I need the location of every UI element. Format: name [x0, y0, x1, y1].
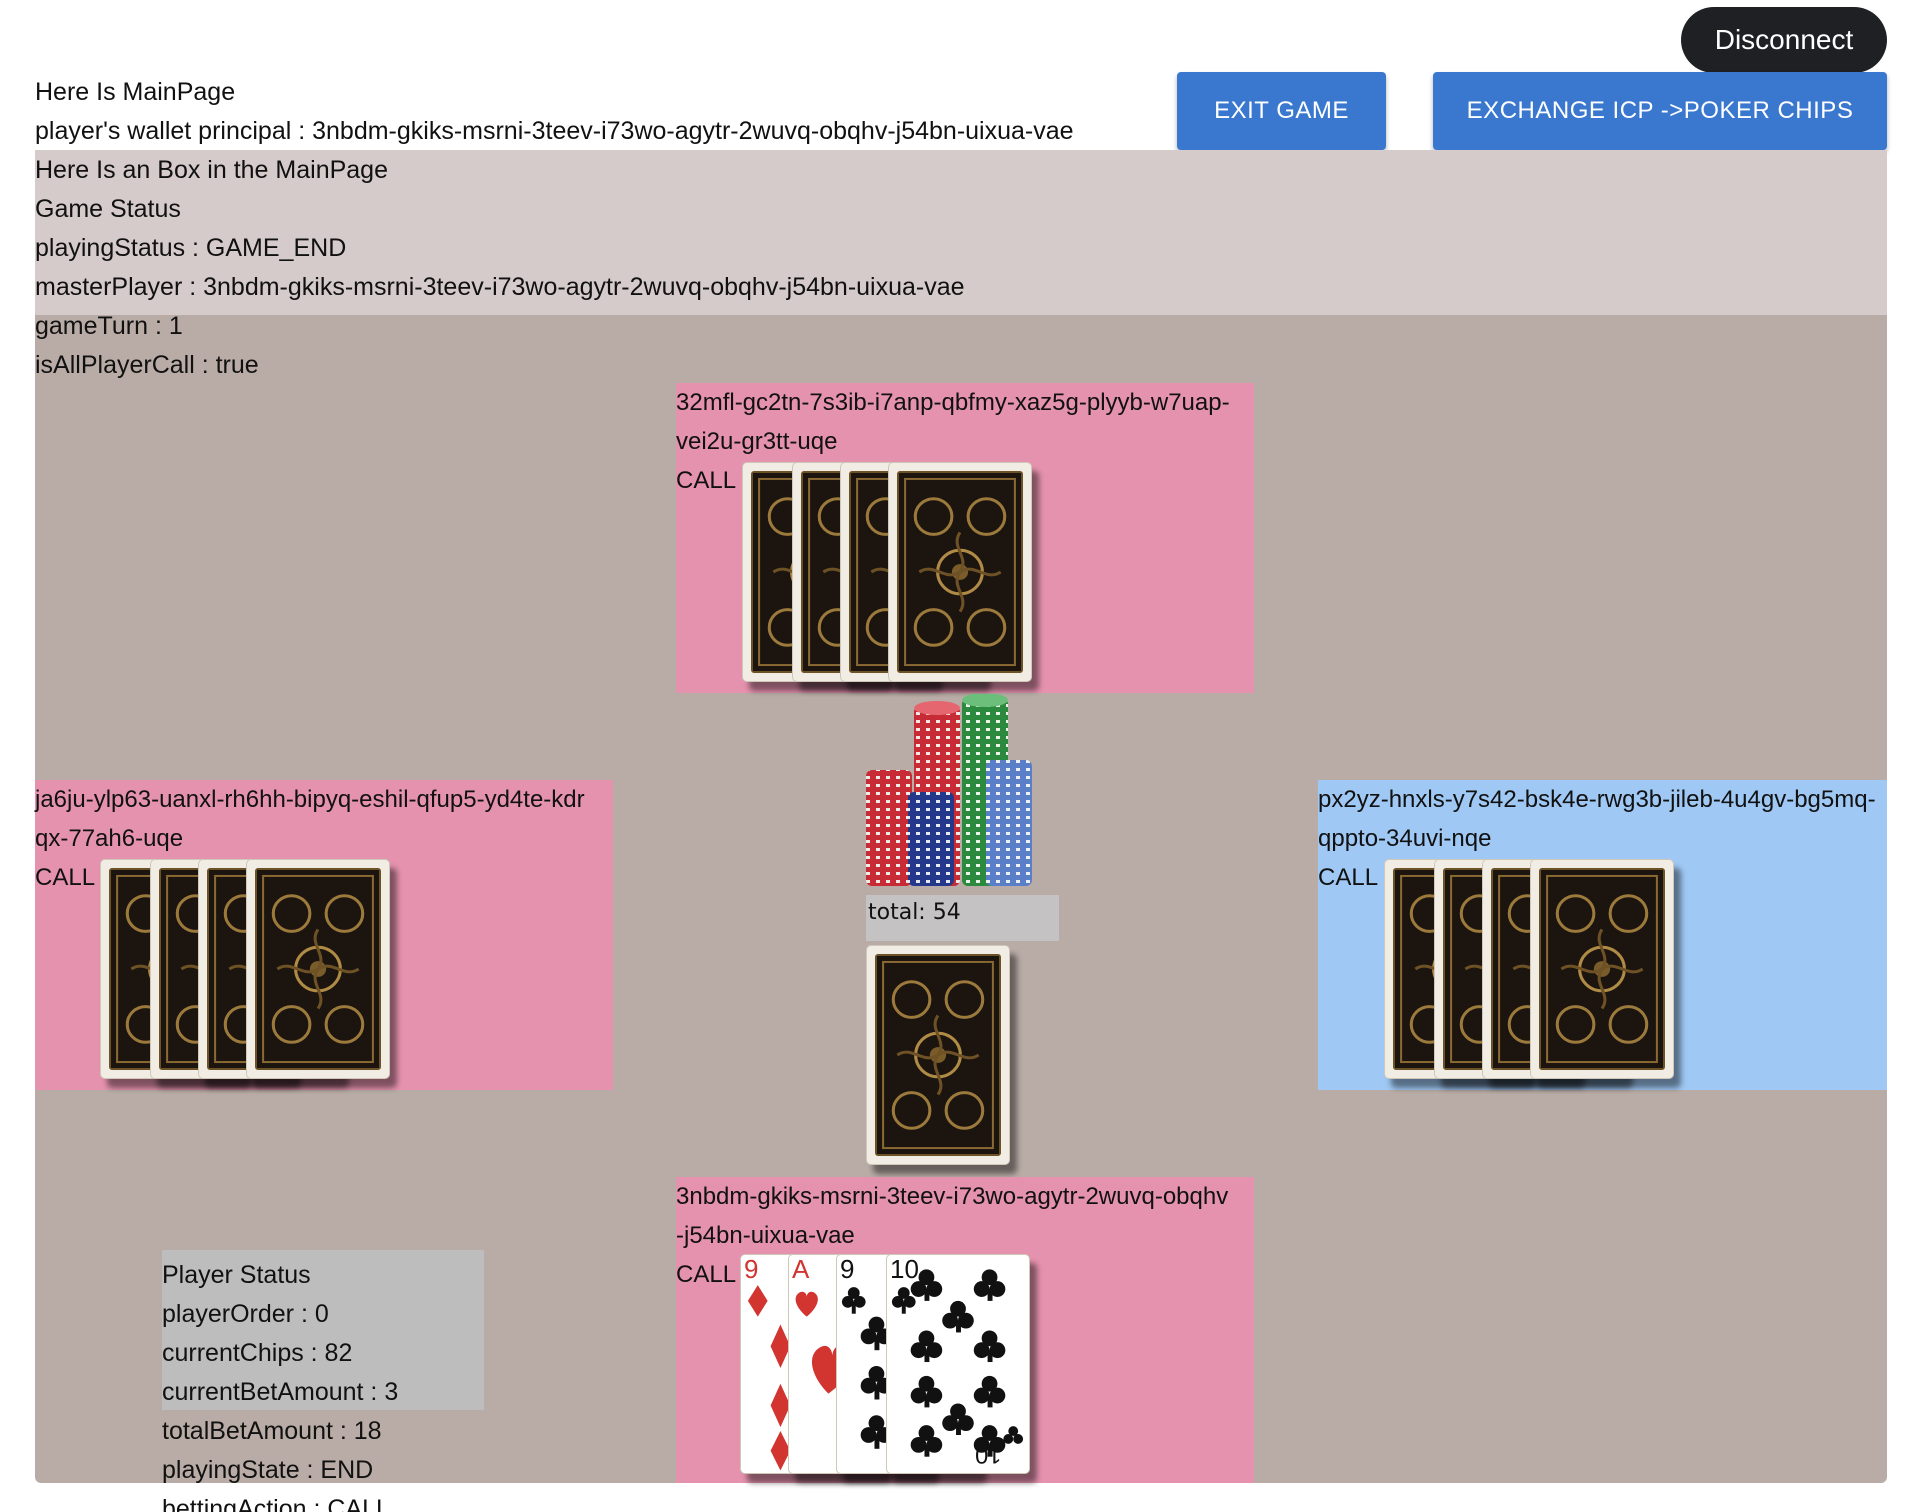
poker-chips-icon: [866, 694, 1032, 886]
card-back: [246, 859, 390, 1079]
club-icon: 10: [891, 1269, 1024, 1467]
pot-total: total: 54: [866, 895, 1059, 941]
card-back: [866, 945, 1010, 1165]
card-back: [888, 462, 1032, 682]
svg-text:10: 10: [975, 1441, 1001, 1467]
playing-state: playingState : END: [162, 1456, 374, 1484]
player-name: px2yz-hnxls-y7s42-bsk4e-rwg3b-jileb-4u4g…: [1318, 786, 1876, 852]
player-name: ja6ju-ylp63-uanxl-rh6hh-bipyq-eshil-qfup…: [35, 786, 585, 852]
player-name: 3nbdm-gkiks-msrni-3teev-i73wo-agytr-2wuv…: [676, 1183, 1229, 1249]
player-name: 32mfl-gc2tn-7s3ib-i7anp-qbfmy-xaz5g-plyy…: [676, 389, 1230, 455]
card-row-top: [742, 462, 1032, 682]
player-status-heading: Player Status: [162, 1261, 311, 1289]
disconnect-button[interactable]: Disconnect: [1681, 7, 1887, 73]
card-back-design: [1539, 868, 1665, 1070]
betting-action: bettingAction : CALL: [162, 1495, 390, 1512]
page-title: Here Is MainPage: [35, 78, 236, 106]
playing-status: playingStatus : GAME_END: [35, 234, 347, 262]
exit-game-button[interactable]: EXIT GAME: [1177, 72, 1386, 150]
card-back-design: [875, 954, 1001, 1156]
master-player: masterPlayer : 3nbdm-gkiks-msrni-3teev-i…: [35, 273, 965, 301]
box-title: Here Is an Box in the MainPage: [35, 156, 388, 184]
all-player-call: isAllPlayerCall : true: [35, 351, 259, 379]
current-bet-amount: currentBetAmount : 3: [162, 1378, 399, 1406]
card-10-clubs: 10 10: [886, 1254, 1030, 1474]
player-order: playerOrder : 0: [162, 1300, 329, 1328]
card-back: [1530, 859, 1674, 1079]
wallet-principal: player's wallet principal : 3nbdm-gkiks-…: [35, 117, 1074, 145]
card-row-bottom: 9 A 9 10 10: [740, 1254, 1030, 1474]
card-row-left: [100, 859, 390, 1079]
card-back-pattern-icon: [1541, 870, 1663, 1068]
card-back-design: [255, 868, 381, 1070]
total-bet-amount: totalBetAmount : 18: [162, 1417, 382, 1445]
card-back-pattern-icon: [257, 870, 379, 1068]
exchange-button[interactable]: EXCHANGE ICP ->POKER CHIPS: [1433, 72, 1887, 150]
card-back-design: [897, 471, 1023, 673]
card-back-pattern-icon: [899, 473, 1021, 671]
card-row-right: [1384, 859, 1674, 1079]
deck: [866, 945, 1012, 1165]
game-status-heading: Game Status: [35, 195, 181, 223]
current-chips: currentChips : 82: [162, 1339, 353, 1367]
game-turn: gameTurn : 1: [35, 312, 183, 340]
card-back-pattern-icon: [877, 956, 999, 1154]
